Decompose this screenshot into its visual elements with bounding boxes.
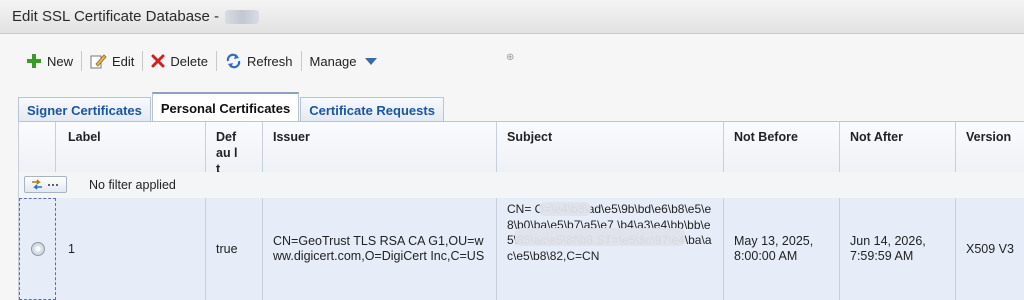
tab-personal-certificates[interactable]: Personal Certificates [151, 92, 300, 122]
tab-label: Personal Certificates [160, 100, 291, 116]
cell-text: X509 V3 [966, 241, 1014, 256]
column-header-not-after[interactable]: Not After [840, 122, 956, 172]
tab-signer-certificates[interactable]: Signer Certificates [18, 97, 151, 122]
tab-label: Signer Certificates [27, 102, 142, 118]
delete-button[interactable]: Delete [143, 49, 216, 73]
column-header-subject[interactable]: Subject [497, 122, 724, 172]
row-select-radio[interactable] [30, 242, 45, 256]
filter-row: No filter applied [19, 172, 1024, 199]
cell-text: true [216, 241, 238, 256]
window-title: Edit SSL Certificate Database - [12, 8, 220, 25]
filter-status-text: No filter applied [89, 178, 176, 192]
table-row[interactable]: 1 true CN=GeoTrust TLS RSA CA G1,OU=www.… [19, 198, 1024, 300]
header-text: Label [68, 130, 101, 144]
cell-text: May 13, 2025, 8:00:00 AM [734, 234, 814, 263]
cell-text: CN=GeoTrust TLS RSA CA G1,OU=www.digicer… [273, 234, 485, 263]
chevron-down-icon [364, 57, 377, 65]
crosshair-cursor-icon: ⊕ [506, 52, 515, 63]
tab-label: Certificate Requests [309, 102, 435, 118]
refresh-button-label: Refresh [247, 53, 293, 69]
refresh-icon [226, 53, 241, 69]
column-header-label[interactable]: Label [56, 122, 206, 172]
edit-button[interactable]: Edit [82, 49, 142, 73]
edit-pencil-icon [90, 54, 107, 69]
plus-icon [27, 54, 41, 68]
certificate-tabs: Signer Certificates Personal Certificate… [18, 92, 445, 122]
cell-text: Jun 14, 2026, 7:59:59 AM [850, 234, 926, 263]
toolbar: New Edit Delete Refresh Manage ⊕ [18, 46, 1016, 76]
table-header: Label Defau lt Issuer Subject Not Before… [19, 122, 1024, 176]
cell-text: 1 [68, 241, 75, 256]
certificates-table: Label Defau lt Issuer Subject Not Before… [18, 122, 1024, 300]
column-header-not-before[interactable]: Not Before [724, 122, 840, 172]
header-text: Subject [507, 130, 553, 144]
column-header-issuer[interactable]: Issuer [263, 122, 497, 172]
main-panel: New Edit Delete Refresh Manage ⊕ Signer … [0, 34, 1024, 300]
delete-button-label: Delete [170, 53, 208, 69]
new-button-label: New [47, 53, 74, 69]
header-text: Not Before [734, 130, 798, 144]
manage-menu-button[interactable]: Manage [302, 49, 385, 73]
redaction-blur [515, 228, 685, 246]
header-text: Issuer [273, 130, 310, 144]
not-after-cell: Jun 14, 2026, 7:59:59 AM [840, 198, 956, 300]
select-column-header [19, 122, 56, 172]
subject-cell: CN= O=\e4\b8\ad\e5\9b\bd\e6\b8\e5\e8\b0\… [497, 198, 724, 300]
header-text: Not After [850, 130, 904, 144]
version-cell: X509 V3 [956, 198, 1024, 300]
delete-x-icon [151, 54, 165, 68]
redacted-hostname [225, 9, 260, 24]
default-cell: true [206, 198, 263, 300]
label-cell: 1 [56, 198, 206, 300]
header-text: Version [966, 130, 1012, 144]
window-title-bar: Edit SSL Certificate Database - [0, 0, 1024, 34]
redaction-blur [539, 202, 591, 216]
new-button[interactable]: New [18, 49, 81, 73]
filter-icon [31, 179, 58, 190]
row-select-cell[interactable] [19, 198, 56, 300]
edit-button-label: Edit [112, 53, 135, 69]
not-before-cell: May 13, 2025, 8:00:00 AM [724, 198, 840, 300]
filter-toggle-button[interactable] [24, 176, 67, 193]
issuer-cell: CN=GeoTrust TLS RSA CA G1,OU=www.digicer… [263, 198, 497, 300]
manage-button-label: Manage [309, 53, 357, 69]
refresh-button[interactable]: Refresh [217, 49, 301, 73]
column-header-default[interactable]: Defau lt [206, 122, 263, 176]
header-text: Defau lt [216, 130, 238, 176]
tab-certificate-requests[interactable]: Certificate Requests [300, 97, 444, 122]
column-header-version[interactable]: Version [956, 122, 1024, 172]
